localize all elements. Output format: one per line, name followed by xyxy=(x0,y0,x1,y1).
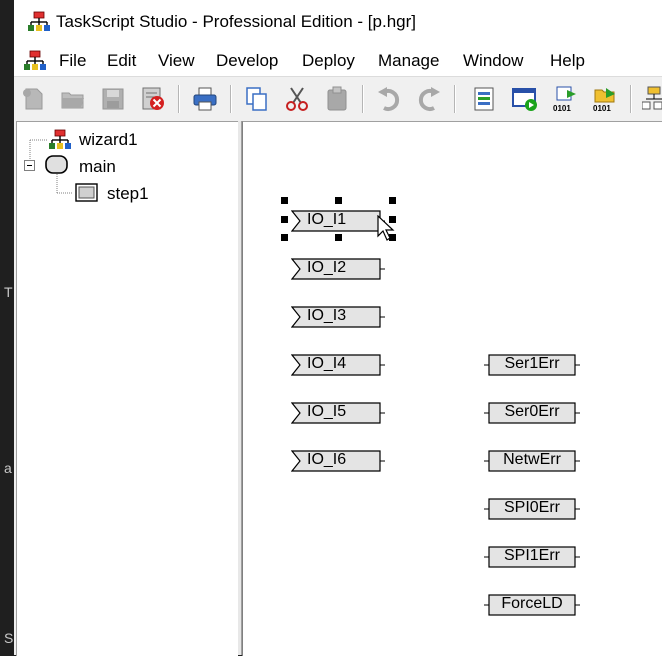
menu-window[interactable]: Window xyxy=(463,51,523,71)
toolbar-separator xyxy=(630,85,632,113)
undo-icon[interactable] xyxy=(374,84,404,114)
toolbar: 0101 0101 xyxy=(14,76,662,121)
menu-help[interactable]: Help xyxy=(550,51,585,71)
menu-develop[interactable]: Develop xyxy=(216,51,278,71)
selection-handle[interactable] xyxy=(335,234,342,241)
selection-handle[interactable] xyxy=(281,197,288,204)
io-input-label: IO_I2 xyxy=(307,259,347,276)
project-tree: wizard1 main step1 xyxy=(16,121,238,656)
toolbar-separator xyxy=(230,85,232,113)
io-output-block[interactable]: ForceLD xyxy=(483,593,583,622)
desktop-glyph: S xyxy=(4,630,14,646)
desktop-glyph: a xyxy=(4,460,12,476)
paste-icon[interactable] xyxy=(322,84,352,114)
save-icon[interactable] xyxy=(98,84,128,114)
io-input-block[interactable]: IO_I2 xyxy=(290,257,391,286)
mouse-cursor-icon xyxy=(377,215,395,241)
io-input-label: IO_I6 xyxy=(307,451,347,468)
diagram-canvas[interactable]: IO_I1 IO_I2 IO_I3 IO_I4 IO_I5 IO_I6 Ser1… xyxy=(242,121,662,656)
selection-handle[interactable] xyxy=(335,197,342,204)
build-icon[interactable] xyxy=(470,84,500,114)
io-output-block[interactable]: Ser0Err xyxy=(483,401,583,430)
svg-text:0101: 0101 xyxy=(553,104,571,113)
io-input-label: IO_I1 xyxy=(307,211,347,228)
collapse-toggle-icon[interactable] xyxy=(24,160,36,172)
upload-icon[interactable]: 0101 xyxy=(590,84,620,114)
document-hierarchy-icon[interactable] xyxy=(24,50,46,72)
menu-file[interactable]: File xyxy=(59,51,86,71)
io-output-block[interactable]: Ser1Err xyxy=(483,353,583,382)
menu-view[interactable]: View xyxy=(158,51,195,71)
menu-deploy[interactable]: Deploy xyxy=(302,51,355,71)
selection-handle[interactable] xyxy=(281,216,288,223)
open-icon[interactable] xyxy=(58,84,88,114)
app-hierarchy-icon xyxy=(28,11,50,31)
menu-manage[interactable]: Manage xyxy=(378,51,439,71)
menu-edit[interactable]: Edit xyxy=(107,51,136,71)
menu-bar: File Edit View Develop Deploy Manage Win… xyxy=(14,46,662,76)
redo-icon[interactable] xyxy=(414,84,444,114)
selection-handle[interactable] xyxy=(389,197,396,204)
hierarchy-icon xyxy=(49,129,71,149)
io-output-label: Ser1Err xyxy=(504,355,560,372)
network-icon[interactable] xyxy=(642,84,662,114)
tree-item-wizard1[interactable]: wizard1 xyxy=(79,130,138,150)
desktop-glyph: T xyxy=(4,284,13,300)
svg-text:0101: 0101 xyxy=(593,104,611,113)
close-file-icon[interactable] xyxy=(138,84,168,114)
step-node-icon xyxy=(75,183,98,202)
io-output-label: ForceLD xyxy=(501,595,563,612)
io-input-label: IO_I4 xyxy=(307,355,347,372)
io-output-label: NetwErr xyxy=(503,451,561,468)
selection-handle[interactable] xyxy=(281,234,288,241)
io-output-label: SPI1Err xyxy=(503,547,560,564)
toolbar-separator xyxy=(454,85,456,113)
toolbar-separator xyxy=(178,85,180,113)
tree-item-step1[interactable]: step1 xyxy=(107,184,149,204)
run-icon[interactable] xyxy=(510,84,540,114)
cut-icon[interactable] xyxy=(282,84,312,114)
download-icon[interactable]: 0101 xyxy=(550,84,580,114)
io-output-block[interactable]: NetwErr xyxy=(483,449,583,478)
toolbar-separator xyxy=(362,85,364,113)
io-input-label: IO_I5 xyxy=(307,403,347,420)
task-node-icon xyxy=(45,155,68,174)
io-output-block[interactable]: SPI1Err xyxy=(483,545,583,574)
new-icon[interactable] xyxy=(18,84,48,114)
io-input-block[interactable]: IO_I6 xyxy=(290,449,391,478)
window-title: TaskScript Studio - Professional Edition… xyxy=(56,12,416,31)
io-output-label: Ser0Err xyxy=(504,403,560,420)
app-window: TaskScript Studio - Professional Edition… xyxy=(14,0,662,656)
io-input-block[interactable]: IO_I4 xyxy=(290,353,391,382)
print-icon[interactable] xyxy=(190,84,220,114)
io-output-block[interactable]: SPI0Err xyxy=(483,497,583,526)
io-input-block[interactable]: IO_I5 xyxy=(290,401,391,430)
copy-icon[interactable] xyxy=(242,84,272,114)
io-input-label: IO_I3 xyxy=(307,307,347,324)
io-input-block[interactable]: IO_I3 xyxy=(290,305,391,334)
title-bar[interactable]: TaskScript Studio - Professional Edition… xyxy=(14,0,662,46)
io-output-label: SPI0Err xyxy=(503,499,560,516)
tree-item-main[interactable]: main xyxy=(79,157,116,177)
